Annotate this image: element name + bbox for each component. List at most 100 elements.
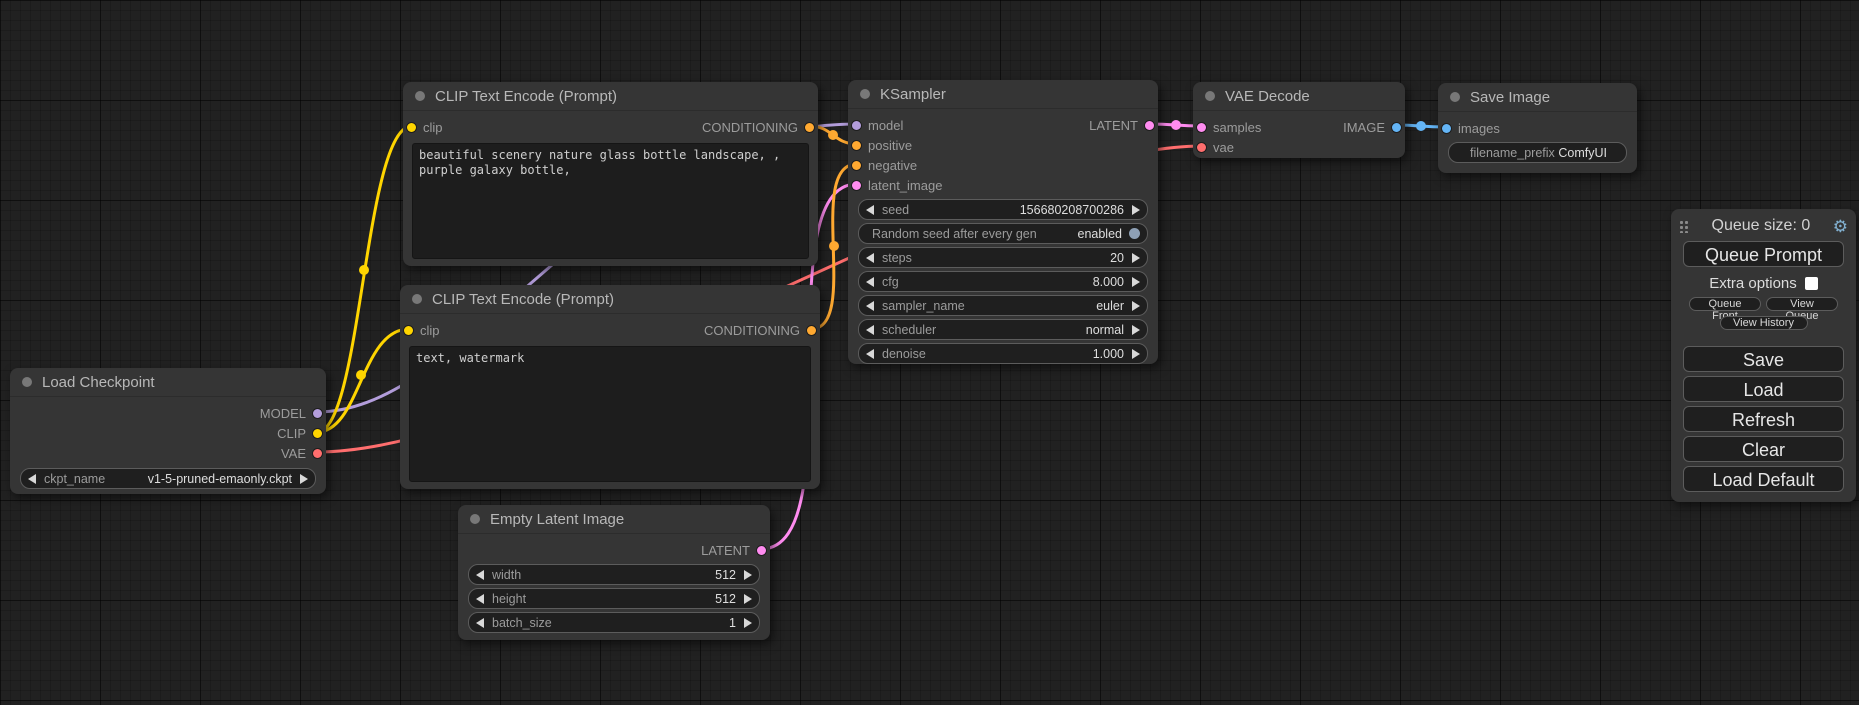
- port-label: vae: [1213, 140, 1234, 155]
- node-load-checkpoint[interactable]: Load Checkpoint MODEL CLIP VAE ckpt_name…: [10, 368, 326, 494]
- widget-seed[interactable]: seed 156680208700286: [858, 199, 1148, 220]
- increment-arrow-icon[interactable]: [1132, 301, 1140, 311]
- port-label: positive: [868, 138, 912, 153]
- widget-width[interactable]: width 512: [468, 564, 760, 585]
- increment-arrow-icon[interactable]: [300, 474, 308, 484]
- increment-arrow-icon[interactable]: [744, 618, 752, 628]
- load-button[interactable]: Load: [1683, 376, 1844, 402]
- collapse-dot-icon[interactable]: [22, 377, 32, 387]
- node-clip-text-encode-negative[interactable]: CLIP Text Encode (Prompt) clip CONDITION…: [400, 285, 820, 489]
- collapse-dot-icon[interactable]: [1205, 91, 1215, 101]
- prompt-text-input[interactable]: text, watermark: [409, 346, 811, 482]
- node-clip-text-encode-positive[interactable]: CLIP Text Encode (Prompt) clip CONDITION…: [403, 82, 818, 266]
- node-title-bar[interactable]: KSampler: [848, 80, 1158, 109]
- node-title-bar[interactable]: CLIP Text Encode (Prompt): [403, 82, 818, 111]
- increment-arrow-icon[interactable]: [1132, 325, 1140, 335]
- port-out-model[interactable]: [313, 409, 322, 418]
- port-in-clip[interactable]: [404, 326, 413, 335]
- widget-batch-size[interactable]: batch_size 1: [468, 612, 760, 633]
- increment-arrow-icon[interactable]: [1132, 277, 1140, 287]
- collapse-dot-icon[interactable]: [415, 91, 425, 101]
- node-title: VAE Decode: [1225, 88, 1310, 105]
- node-title-bar[interactable]: VAE Decode: [1193, 82, 1405, 111]
- queue-prompt-button[interactable]: Queue Prompt: [1683, 241, 1844, 267]
- port-in-positive[interactable]: [852, 141, 861, 150]
- decrement-arrow-icon[interactable]: [28, 474, 36, 484]
- port-out-image[interactable]: [1392, 123, 1401, 132]
- node-save-image[interactable]: Save Image images filename_prefix ComfyU…: [1438, 83, 1637, 173]
- node-title: CLIP Text Encode (Prompt): [435, 88, 617, 105]
- queue-front-button[interactable]: Queue Front: [1689, 297, 1761, 311]
- extra-options-checkbox[interactable]: [1805, 277, 1818, 290]
- port-out-latent[interactable]: [757, 546, 766, 555]
- view-queue-button[interactable]: View Queue: [1766, 297, 1838, 311]
- increment-arrow-icon[interactable]: [744, 570, 752, 580]
- collapse-dot-icon[interactable]: [860, 89, 870, 99]
- port-in-latent-image[interactable]: [852, 181, 861, 190]
- gear-icon[interactable]: ⚙: [1833, 218, 1848, 235]
- widget-height[interactable]: height 512: [468, 588, 760, 609]
- increment-arrow-icon[interactable]: [1132, 253, 1140, 263]
- widget-denoise[interactable]: denoise 1.000: [858, 343, 1148, 364]
- port-in-samples[interactable]: [1197, 123, 1206, 132]
- node-ksampler[interactable]: KSampler model LATENT positive negative …: [848, 80, 1158, 364]
- increment-arrow-icon[interactable]: [744, 594, 752, 604]
- drag-handle-icon[interactable]: [1679, 219, 1689, 233]
- port-in-model[interactable]: [852, 121, 861, 130]
- port-in-images[interactable]: [1442, 124, 1451, 133]
- view-history-button[interactable]: View History: [1720, 316, 1808, 330]
- decrement-arrow-icon[interactable]: [866, 301, 874, 311]
- port-out-conditioning[interactable]: [805, 123, 814, 132]
- collapse-dot-icon[interactable]: [470, 514, 480, 524]
- port-out-clip[interactable]: [313, 429, 322, 438]
- node-title-bar[interactable]: Load Checkpoint: [10, 368, 326, 397]
- refresh-button[interactable]: Refresh: [1683, 406, 1844, 432]
- node-title: Save Image: [1470, 89, 1550, 106]
- clear-button[interactable]: Clear: [1683, 436, 1844, 462]
- increment-arrow-icon[interactable]: [1132, 205, 1140, 215]
- widget-label: ckpt_name: [44, 472, 105, 486]
- widget-steps[interactable]: steps 20: [858, 247, 1148, 268]
- node-title-bar[interactable]: Save Image: [1438, 83, 1637, 112]
- widget-filename-prefix[interactable]: filename_prefix ComfyUI: [1448, 142, 1627, 163]
- widget-value: v1-5-pruned-emaonly.ckpt: [148, 472, 292, 486]
- decrement-arrow-icon[interactable]: [866, 349, 874, 359]
- port-in-clip[interactable]: [407, 123, 416, 132]
- increment-arrow-icon[interactable]: [1132, 349, 1140, 359]
- link-midpoint-dot: [1171, 120, 1181, 130]
- widget-random-seed-toggle[interactable]: Random seed after every gen enabled: [858, 223, 1148, 244]
- toggle-indicator-icon[interactable]: [1129, 228, 1140, 239]
- widget-scheduler[interactable]: scheduler normal: [858, 319, 1148, 340]
- decrement-arrow-icon[interactable]: [866, 253, 874, 263]
- queue-panel[interactable]: Queue size: 0 ⚙ Queue Prompt Extra optio…: [1671, 209, 1856, 502]
- port-in-negative[interactable]: [852, 161, 861, 170]
- node-title-bar[interactable]: Empty Latent Image: [458, 505, 770, 534]
- decrement-arrow-icon[interactable]: [476, 594, 484, 604]
- collapse-dot-icon[interactable]: [1450, 92, 1460, 102]
- load-default-button[interactable]: Load Default: [1683, 466, 1844, 492]
- graph-canvas[interactable]: Load Checkpoint MODEL CLIP VAE ckpt_name…: [0, 0, 1859, 705]
- node-vae-decode[interactable]: VAE Decode samples IMAGE vae: [1193, 82, 1405, 158]
- port-out-conditioning[interactable]: [807, 326, 816, 335]
- collapse-dot-icon[interactable]: [412, 294, 422, 304]
- extra-options-label: Extra options: [1709, 275, 1797, 292]
- decrement-arrow-icon[interactable]: [866, 277, 874, 287]
- widget-value: ComfyUI: [1558, 146, 1607, 160]
- widget-sampler-name[interactable]: sampler_name euler: [858, 295, 1148, 316]
- port-in-vae[interactable]: [1197, 143, 1206, 152]
- node-empty-latent-image[interactable]: Empty Latent Image LATENT width 512 heig…: [458, 505, 770, 640]
- port-label: CONDITIONING: [702, 120, 798, 135]
- save-button[interactable]: Save: [1683, 346, 1844, 372]
- widget-ckpt-name[interactable]: ckpt_name v1-5-pruned-emaonly.ckpt: [20, 468, 316, 489]
- node-title: CLIP Text Encode (Prompt): [432, 291, 614, 308]
- decrement-arrow-icon[interactable]: [476, 618, 484, 628]
- prompt-text-input[interactable]: beautiful scenery nature glass bottle la…: [412, 143, 809, 259]
- decrement-arrow-icon[interactable]: [476, 570, 484, 580]
- node-title-bar[interactable]: CLIP Text Encode (Prompt): [400, 285, 820, 314]
- widget-cfg[interactable]: cfg 8.000: [858, 271, 1148, 292]
- port-out-vae[interactable]: [313, 449, 322, 458]
- decrement-arrow-icon[interactable]: [866, 205, 874, 215]
- decrement-arrow-icon[interactable]: [866, 325, 874, 335]
- port-out-latent[interactable]: [1145, 121, 1154, 130]
- link-midpoint-dot: [359, 265, 369, 275]
